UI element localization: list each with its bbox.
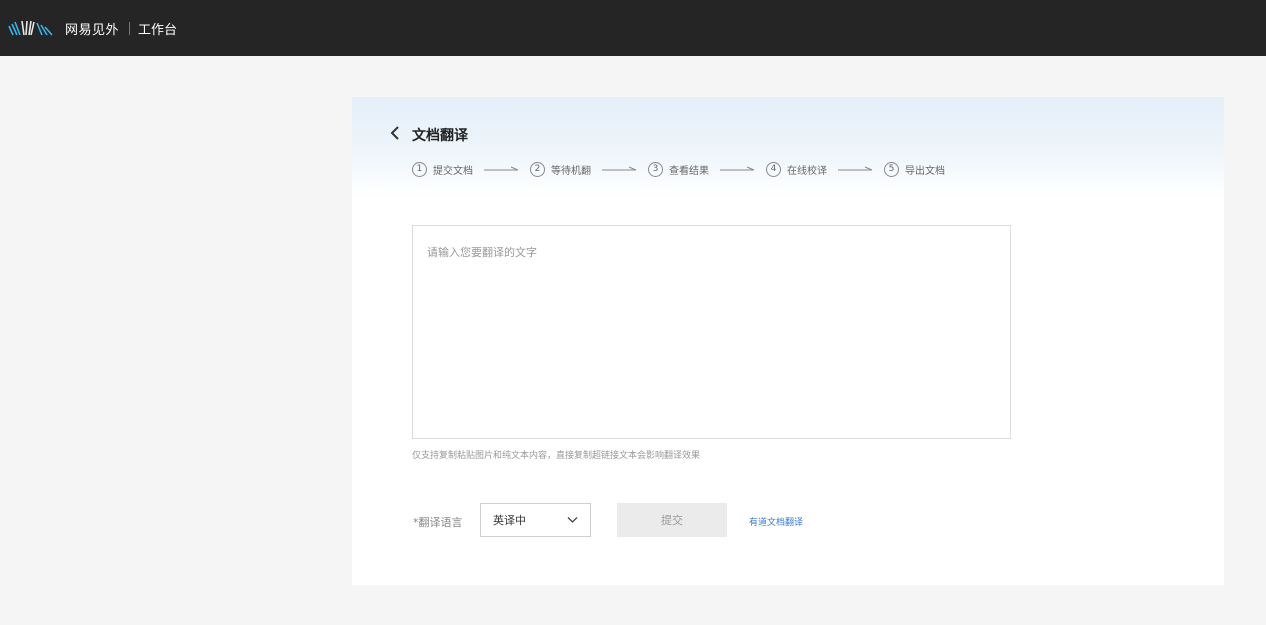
brand-name[interactable]: 网易见外 [65, 19, 119, 38]
waveform-logo-icon[interactable] [8, 20, 60, 36]
language-select[interactable]: 英译中 [480, 503, 591, 537]
brand-divider [129, 21, 131, 35]
translation-card: 文档翻译 1 提交文档 2 等待机翻 3 查看结果 4 在线校译 5 导出文档 … [352, 97, 1224, 585]
step-1: 1 提交文档 [412, 161, 473, 177]
card-header: 文档翻译 1 提交文档 2 等待机翻 3 查看结果 4 在线校译 5 导出文档 [352, 97, 1224, 197]
arrow-right-icon [838, 166, 873, 171]
step-label: 等待机翻 [551, 165, 591, 177]
step-number: 1 [412, 161, 427, 177]
step-progress: 1 提交文档 2 等待机翻 3 查看结果 4 在线校译 5 导出文档 [412, 161, 945, 177]
step-label: 在线校译 [787, 165, 827, 177]
arrow-right-icon [720, 166, 755, 171]
input-hint: 仅支持复制粘贴图片和纯文本内容，直接复制超链接文本会影响翻译效果 [412, 451, 701, 461]
step-2: 2 等待机翻 [530, 161, 591, 177]
step-number: 5 [884, 161, 899, 177]
arrow-right-icon [602, 166, 637, 171]
step-label: 查看结果 [669, 165, 709, 177]
top-navbar: 网易见外 工作台 [0, 0, 1266, 56]
chevron-down-icon [567, 517, 578, 523]
arrow-right-icon [484, 166, 519, 171]
step-3: 3 查看结果 [648, 161, 709, 177]
step-label: 提交文档 [433, 165, 473, 177]
step-5: 5 导出文档 [884, 161, 945, 177]
step-4: 4 在线校译 [766, 161, 827, 177]
youdao-doc-translate-link[interactable]: 有道文档翻译 [749, 515, 803, 528]
language-selected-value: 英译中 [493, 514, 526, 527]
language-label: *翻译语言 [413, 516, 463, 529]
step-number: 3 [648, 161, 663, 177]
step-number: 2 [530, 161, 545, 177]
submit-button[interactable]: 提交 [617, 503, 727, 537]
workbench-link[interactable]: 工作台 [138, 19, 177, 38]
translation-text-input[interactable] [412, 225, 1011, 439]
step-label: 导出文档 [905, 165, 945, 177]
page-title: 文档翻译 [412, 128, 468, 144]
step-number: 4 [766, 161, 781, 177]
chevron-left-icon[interactable] [389, 126, 401, 140]
